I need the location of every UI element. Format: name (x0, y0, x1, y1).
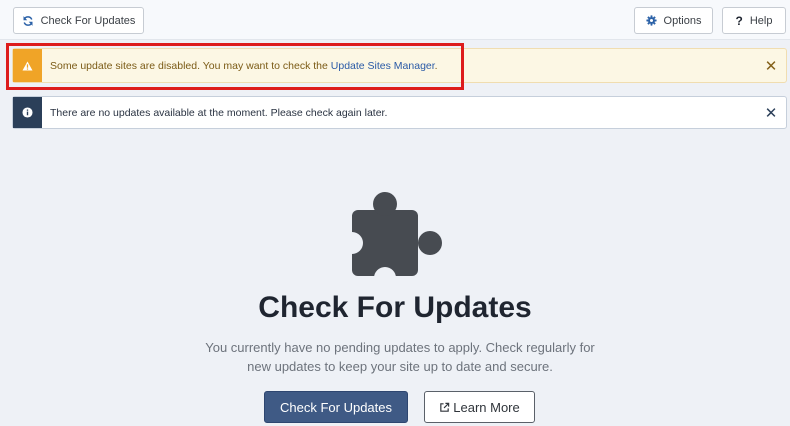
update-sites-warning-alert: Some update sites are disabled. You may … (12, 48, 787, 83)
learn-more-label: Learn More (453, 399, 520, 415)
help-button[interactable]: ? Help (722, 7, 786, 34)
gear-icon (645, 15, 657, 26)
info-message: There are no updates available at the mo… (50, 106, 388, 119)
check-for-updates-toolbar-label: Check For Updates (40, 14, 136, 27)
external-link-icon (439, 402, 450, 413)
learn-more-button[interactable]: Learn More (424, 391, 535, 423)
check-for-updates-button[interactable]: Check For Updates (264, 391, 408, 423)
puzzle-icon (341, 190, 450, 289)
question-icon: ? (735, 13, 743, 28)
warning-message: Some update sites are disabled. You may … (42, 60, 756, 72)
check-for-updates-toolbar-button[interactable]: Check For Updates (13, 7, 144, 34)
options-button[interactable]: Options (634, 7, 713, 34)
help-label: Help (749, 14, 773, 27)
close-icon[interactable]: ✕ (756, 97, 786, 128)
warning-icon (13, 49, 42, 82)
toolbar: Check For Updates Options ? Help (0, 0, 790, 40)
sync-icon (22, 15, 34, 27)
options-label: Options (663, 14, 702, 27)
no-updates-info-alert: There are no updates available at the mo… (12, 96, 787, 129)
empty-state-description: You currently have no pending updates to… (205, 340, 595, 374)
warning-suffix: . (434, 59, 438, 72)
close-icon[interactable]: ✕ (756, 49, 786, 82)
warning-text: Some update sites are disabled. You may … (50, 59, 331, 72)
info-icon (13, 97, 42, 128)
update-sites-manager-link[interactable]: Update Sites Manager (331, 60, 435, 72)
page-title: Check For Updates (258, 291, 532, 324)
